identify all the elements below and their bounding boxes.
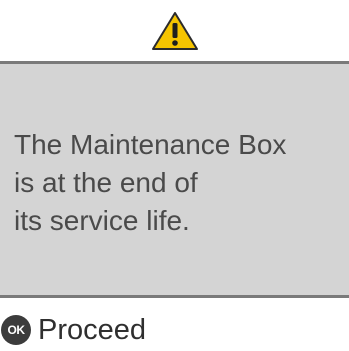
error-message: The Maintenance Box is at the end of its…: [14, 129, 287, 236]
proceed-label: Proceed: [38, 314, 147, 346]
message-panel: The Maintenance Box is at the end of its…: [0, 61, 349, 298]
footer-bar: OK Proceed: [0, 298, 349, 351]
printer-lcd-screen: The Maintenance Box is at the end of its…: [0, 0, 349, 351]
ok-button-icon: OK: [1, 315, 31, 345]
warning-icon: [151, 11, 198, 50]
header-bar: [0, 0, 349, 59]
proceed-button[interactable]: OK Proceed: [0, 313, 146, 347]
